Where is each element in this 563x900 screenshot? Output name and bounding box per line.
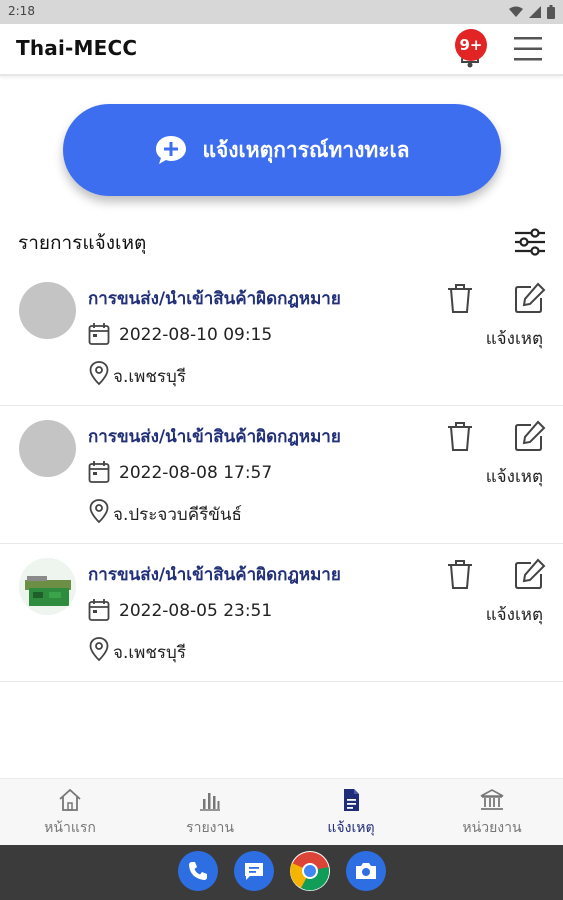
location-pin-icon bbox=[89, 361, 109, 386]
nav-item-report-incident[interactable]: แจ้งเหตุ bbox=[291, 787, 411, 841]
app-bar: Thai-MECC 9+ bbox=[0, 24, 563, 76]
message-icon bbox=[245, 863, 263, 880]
report-title: การขนส่ง/นำเข้าสินค้าผิดกฎหมาย bbox=[88, 565, 341, 585]
report-status: แจ้งเหตุ bbox=[485, 467, 543, 487]
report-list-item[interactable]: การขนส่ง/นำเข้าสินค้าผิดกฎหมาย 2022-08-1… bbox=[0, 268, 563, 406]
chrome-icon bbox=[290, 852, 329, 891]
home-icon bbox=[59, 788, 81, 811]
calendar-icon bbox=[88, 599, 110, 621]
report-incident-button[interactable]: แจ้งเหตุการณ์ทางทะเล bbox=[63, 104, 501, 196]
report-list-title: รายการแจ้งเหตุ bbox=[18, 232, 147, 254]
report-datetime: 2022-08-08 17:57 bbox=[119, 463, 273, 483]
report-incident-label: แจ้งเหตุการณ์ทางทะเล bbox=[202, 137, 410, 162]
nav-item-reports[interactable]: รายงาน bbox=[150, 787, 270, 841]
report-list-item[interactable]: การขนส่ง/นำเข้าสินค้าผิดกฎหมาย 2022-08-0… bbox=[0, 544, 563, 682]
chrome-app-icon[interactable] bbox=[290, 851, 330, 891]
calendar-icon bbox=[88, 461, 110, 483]
nav-item-home[interactable]: หน้าแรก bbox=[10, 787, 130, 841]
report-status: แจ้งเหตุ bbox=[485, 329, 543, 349]
bar-chart-icon bbox=[200, 793, 220, 811]
battery-icon bbox=[547, 5, 555, 19]
edit-icon[interactable] bbox=[513, 420, 546, 452]
status-time: 2:18 bbox=[8, 4, 35, 18]
report-list: การขนส่ง/นำเข้าสินค้าผิดกฎหมาย 2022-08-1… bbox=[0, 268, 563, 682]
phone-app-icon[interactable] bbox=[178, 851, 218, 891]
chat-plus-icon bbox=[156, 136, 187, 164]
report-status: แจ้งเหตุ bbox=[485, 605, 543, 625]
nav-item-label: รายงาน bbox=[186, 820, 234, 836]
wifi-icon bbox=[509, 6, 523, 17]
phone-icon bbox=[189, 862, 207, 880]
hamburger-menu-icon[interactable] bbox=[512, 34, 544, 64]
camera-app-icon[interactable] bbox=[346, 851, 386, 891]
report-datetime: 2022-08-05 23:51 bbox=[119, 601, 273, 621]
document-icon bbox=[344, 789, 359, 811]
status-icons bbox=[509, 3, 555, 21]
location-pin-icon bbox=[89, 499, 109, 524]
nav-item-label: หน่วยงาน bbox=[462, 820, 522, 836]
nav-item-label: หน้าแรก bbox=[44, 820, 96, 836]
report-title: การขนส่ง/นำเข้าสินค้าผิดกฎหมาย bbox=[88, 289, 341, 309]
avatar bbox=[19, 282, 76, 339]
system-dock bbox=[0, 845, 563, 900]
bottom-navigation: หน้าแรก รายงาน แจ้งเหตุ หน่วยงาน bbox=[0, 778, 563, 846]
trash-icon[interactable] bbox=[445, 282, 475, 314]
signal-icon bbox=[529, 6, 541, 18]
report-datetime: 2022-08-10 09:15 bbox=[119, 325, 273, 345]
messages-app-icon[interactable] bbox=[234, 851, 274, 891]
report-province: จ.ประจวบคีรีขันธ์ bbox=[113, 505, 242, 525]
nav-item-agencies[interactable]: หน่วยงาน bbox=[432, 787, 552, 841]
edit-icon[interactable] bbox=[513, 282, 546, 314]
nav-item-label: แจ้งเหตุ bbox=[327, 820, 375, 836]
status-bar: 2:18 bbox=[0, 0, 563, 24]
report-province: จ.เพชรบุรี bbox=[113, 643, 186, 663]
app-title: Thai-MECC bbox=[16, 36, 138, 60]
trash-icon[interactable] bbox=[445, 558, 475, 590]
report-title: การขนส่ง/นำเข้าสินค้าผิดกฎหมาย bbox=[88, 427, 341, 447]
trash-icon[interactable] bbox=[445, 420, 475, 452]
avatar-photo bbox=[19, 558, 76, 615]
avatar-photo-icon bbox=[19, 558, 76, 615]
filter-sliders-icon[interactable] bbox=[513, 225, 547, 259]
avatar bbox=[19, 420, 76, 477]
calendar-icon bbox=[88, 323, 110, 345]
camera-icon bbox=[356, 863, 376, 879]
report-province: จ.เพชรบุรี bbox=[113, 367, 186, 387]
edit-icon[interactable] bbox=[513, 558, 546, 590]
institution-icon bbox=[480, 789, 504, 810]
location-pin-icon bbox=[89, 637, 109, 662]
notification-badge[interactable]: 9+ bbox=[455, 29, 487, 61]
report-list-item[interactable]: การขนส่ง/นำเข้าสินค้าผิดกฎหมาย 2022-08-0… bbox=[0, 406, 563, 544]
